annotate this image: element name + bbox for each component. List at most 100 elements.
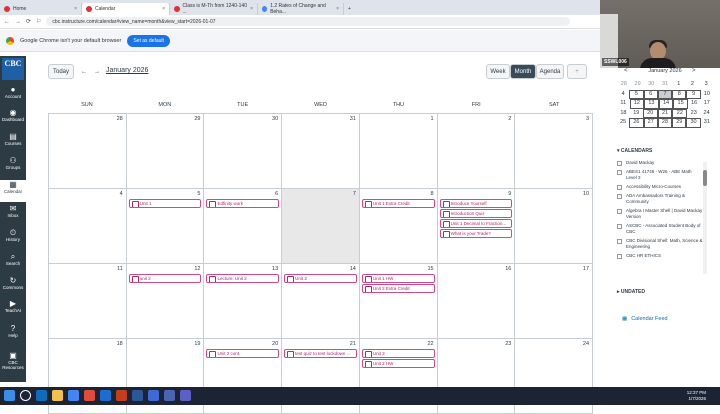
nav-account[interactable]: ● Account	[0, 85, 26, 107]
day-cell[interactable]: 10	[514, 189, 594, 263]
mini-day[interactable]: 31	[701, 118, 713, 128]
mini-day[interactable]: 12	[629, 99, 645, 109]
calendar-checkbox[interactable]	[617, 224, 622, 229]
calendar-checkbox[interactable]	[617, 161, 622, 166]
calendar-event[interactable]: Unit 1 HW	[361, 274, 435, 283]
mini-day[interactable]: 3	[699, 80, 713, 90]
day-cell[interactable]: 29	[125, 114, 204, 188]
day-number[interactable]: 6	[275, 191, 278, 197]
day-number[interactable]: 1	[431, 116, 434, 122]
close-tab-icon[interactable]: ×	[74, 6, 77, 12]
nav-courses[interactable]: ▤ Courses	[0, 132, 26, 154]
calendar-event[interactable]: Edfinity work	[206, 199, 280, 208]
new-tab-button[interactable]: +	[344, 3, 355, 15]
undated-section-title[interactable]: ▸ UNDATED	[617, 289, 645, 295]
calendar-item[interactable]: ABES1 41746 - W26 - ABE Math Level 3	[617, 169, 703, 181]
calendar-item[interactable]: ASCBC - Associated Student Body of CBC	[617, 223, 703, 235]
calendar-checkbox[interactable]	[617, 254, 622, 259]
site-info-icon[interactable]: ⚐	[36, 18, 41, 25]
nav-calendar[interactable]: ▦ Calendar	[0, 180, 26, 202]
add-event-button[interactable]: +	[567, 64, 587, 79]
mini-day[interactable]: 16	[688, 99, 701, 109]
nav-history[interactable]: ⏲ History	[0, 228, 26, 250]
day-number[interactable]: 10	[583, 191, 589, 197]
month-title[interactable]: January 2026	[106, 67, 148, 74]
view-week-button[interactable]: Week	[486, 64, 510, 79]
mini-day[interactable]: 9	[686, 89, 701, 99]
calendar-item[interactable]: CBC Divisional Shell: Math, Science & En…	[617, 238, 703, 250]
day-cell[interactable]: 5 Unit 1	[125, 189, 204, 263]
calendar-checkbox[interactable]	[617, 185, 622, 190]
mini-day[interactable]: 29	[631, 80, 645, 90]
day-number[interactable]: 8	[431, 191, 434, 197]
calendar-item[interactable]: Algebra I Master Shell | David Mackay Ve…	[617, 208, 703, 220]
mini-day[interactable]: 8	[672, 89, 687, 99]
calendars-scrollbar[interactable]	[703, 162, 707, 274]
day-cell[interactable]: 17	[514, 264, 594, 338]
mini-day[interactable]: 15	[673, 99, 688, 109]
nav-search[interactable]: ⌕ Search	[0, 252, 26, 274]
day-cell[interactable]: 6 Edfinity work	[203, 189, 281, 263]
mini-day[interactable]: 4	[617, 90, 629, 100]
day-number[interactable]: 9	[508, 191, 511, 197]
forward-icon[interactable]: →	[15, 19, 21, 25]
day-cell[interactable]: 8 Unit 1 Extra Credit	[358, 189, 437, 263]
day-cell[interactable]: 28	[48, 114, 126, 188]
powerpoint-icon[interactable]	[116, 390, 127, 401]
mini-day[interactable]: 27	[643, 118, 658, 128]
nav-inbox[interactable]: ✉ Inbox	[0, 204, 26, 226]
view-month-button[interactable]: Month	[510, 64, 536, 79]
calendar-item[interactable]: David Mackay	[617, 160, 703, 166]
calendar-checkbox[interactable]	[617, 239, 622, 244]
day-number[interactable]: 20	[272, 341, 278, 347]
day-cell[interactable]: 1	[358, 114, 437, 188]
edge-icon[interactable]	[36, 390, 47, 401]
url-field[interactable]: cbc.instructure.com/calendar#view_name=m…	[46, 17, 570, 26]
mini-day[interactable]: 18	[617, 109, 630, 119]
mini-day[interactable]: 6	[643, 89, 658, 99]
calendar-event[interactable]: What is your Trade?	[439, 229, 513, 238]
browser-tab[interactable]: Class is M-Th from 1240-140 ... ×	[170, 3, 258, 15]
nav-help[interactable]: ? Help	[0, 324, 26, 346]
day-number[interactable]: 18	[117, 341, 123, 347]
day-number[interactable]: 23	[505, 341, 511, 347]
calendar-item[interactable]: Accessibility Micro-Courses	[617, 184, 703, 190]
calendar-event[interactable]: Unit 2 Extra Credit	[361, 284, 435, 293]
nav-cbc-resources[interactable]: ▣ CBC Resources	[0, 351, 26, 373]
mini-day[interactable]: 21	[657, 108, 673, 118]
next-arrow-icon[interactable]: →	[91, 64, 103, 79]
day-cell[interactable]: 14 Unit 2	[281, 264, 359, 338]
calendar-event[interactable]: Introduction Quiz	[439, 209, 513, 218]
browser-tab[interactable]: Calendar ×	[82, 3, 170, 15]
day-number[interactable]: 13	[272, 266, 278, 272]
day-number[interactable]: 19	[194, 341, 200, 347]
calendar-event[interactable]: unit 2	[128, 274, 202, 283]
today-button[interactable]: Today	[48, 64, 74, 79]
nav-commons[interactable]: ↻ Commons	[0, 276, 26, 298]
calendar-event[interactable]: Unit 2	[284, 274, 357, 283]
browser-tab[interactable]: 1.2 Rates of Change and Beha... ×	[258, 3, 344, 15]
day-number[interactable]: 14	[350, 266, 356, 272]
calendar-checkbox[interactable]	[617, 194, 622, 199]
day-cell[interactable]: 16	[436, 264, 515, 338]
nav-groups[interactable]: ⚇ Groups	[0, 156, 26, 178]
close-tab-icon[interactable]: ×	[162, 6, 165, 12]
mini-day[interactable]: 22	[672, 108, 688, 118]
day-number[interactable]: 29	[194, 116, 200, 122]
close-tab-icon[interactable]: ×	[336, 6, 339, 12]
mini-day[interactable]: 14	[658, 99, 674, 109]
day-cell[interactable]: 30	[203, 114, 281, 188]
mini-day[interactable]: 13	[644, 99, 659, 109]
day-number[interactable]: 21	[350, 341, 356, 347]
calendar-item[interactable]: ADA Ambassadors Training & Community	[617, 193, 703, 205]
mini-day[interactable]: 30	[686, 118, 701, 128]
calendars-section-title[interactable]: ▾ CALENDARS	[617, 148, 652, 154]
calendar-event[interactable]: Unit 1	[128, 199, 202, 208]
search-icon[interactable]	[20, 390, 31, 401]
mini-day[interactable]: 24	[700, 109, 713, 119]
calendar-event[interactable]: Lecture: Unit 2	[206, 274, 280, 283]
close-tab-icon[interactable]: ×	[250, 6, 253, 12]
day-number[interactable]: 7	[353, 191, 356, 197]
day-number[interactable]: 28	[117, 116, 123, 122]
mini-next-icon[interactable]: >	[692, 68, 696, 74]
